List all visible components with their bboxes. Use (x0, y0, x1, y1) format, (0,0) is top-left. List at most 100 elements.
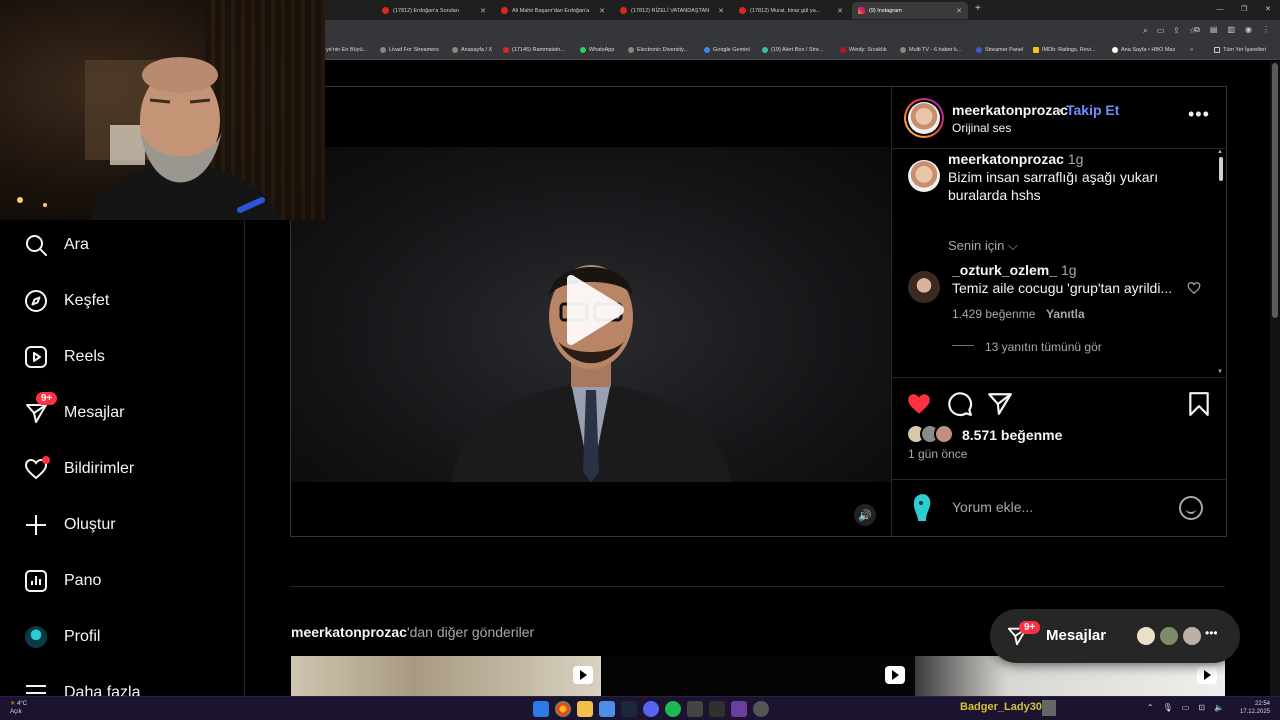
reel-icon (573, 666, 593, 684)
browser-tab[interactable]: (17812) Erdoğan'a Sorulan ✕ (376, 2, 492, 19)
messages-pill[interactable]: 9+ Mesajlar ••• (990, 609, 1240, 663)
start-icon[interactable] (533, 701, 549, 717)
maximize-icon[interactable]: ❐ (1232, 0, 1256, 20)
view-replies-button[interactable]: 13 yanıtın tümünü gör (985, 340, 1102, 354)
volume-icon[interactable]: 🔊 (854, 504, 876, 526)
hbo-icon (1112, 47, 1118, 53)
caption-username[interactable]: meerkatonprozac (948, 151, 1064, 167)
close-tab-icon[interactable]: ✕ (831, 7, 843, 15)
network-icon[interactable]: ⊡ (1198, 703, 1205, 712)
bookmark-item[interactable]: Livad For Streamers (380, 40, 439, 60)
close-tab-icon[interactable]: ✕ (474, 7, 486, 15)
emoji-icon[interactable] (1179, 496, 1203, 520)
new-tab-button[interactable]: + (975, 3, 981, 14)
more-options-icon[interactable]: ••• (1188, 104, 1210, 125)
comment-like-icon[interactable] (1187, 281, 1201, 295)
app-icon[interactable] (599, 701, 615, 717)
bookmark-item[interactable]: Anasayfa / X (452, 40, 492, 60)
obs-icon[interactable] (753, 701, 769, 717)
discord-icon[interactable] (643, 701, 659, 717)
follow-button[interactable]: Takip Et (1066, 102, 1119, 118)
downloads-icon[interactable]: ▤ (1210, 25, 1218, 35)
page-scrollbar[interactable] (1270, 61, 1280, 696)
scroll-down-icon[interactable]: ▼ (1217, 369, 1223, 375)
chevron-up-icon[interactable]: ⌃ (1147, 703, 1154, 712)
sidebar-item-notifications[interactable]: Bildirimler (24, 456, 134, 481)
close-tab-icon[interactable]: ✕ (712, 7, 724, 15)
minimize-icon[interactable]: — (1208, 0, 1232, 20)
browser-tab[interactable]: Ali Mahir Başarır'dan Erdoğan'a ✕ (495, 2, 611, 19)
browser-tab[interactable]: (17812) RİZELİ VATANDAŞTAN ✕ (614, 2, 730, 19)
clock[interactable]: 22:54 17.12.2025 (1240, 700, 1270, 716)
close-tab-icon[interactable]: ✕ (950, 7, 962, 15)
spotify-icon[interactable] (665, 701, 681, 717)
bookmark-item[interactable]: (17145) Rammstein... (503, 40, 565, 60)
comment-likes[interactable]: 1.429 beğenme (952, 307, 1035, 321)
scrollbar-thumb[interactable] (1272, 63, 1278, 318)
comments-scroll-thumb[interactable] (1219, 157, 1223, 181)
commenter-avatar[interactable] (908, 271, 940, 303)
comment-input[interactable]: Yorum ekle... (952, 499, 1033, 515)
monitor-icon[interactable]: ▭ (1182, 703, 1190, 712)
sidebar-item-search[interactable]: Ara (24, 233, 89, 257)
more-bookmarks-chevron[interactable]: » (1190, 40, 1193, 60)
save-bookmark-icon[interactable] (1186, 391, 1212, 417)
steam-icon[interactable] (621, 701, 637, 717)
bookmark-item[interactable]: (19) Alert Box / Stre... (762, 40, 824, 60)
mic-icon[interactable]: 🎙 (1163, 703, 1173, 712)
close-tab-icon[interactable]: ✕ (593, 7, 605, 15)
profile-icon[interactable]: ◉ (1245, 25, 1252, 35)
app-icon[interactable] (687, 701, 703, 717)
sidebar-item-create[interactable]: Oluştur (24, 513, 116, 537)
extensions-icon[interactable]: ⧉ (1194, 25, 1200, 35)
like-heart-icon[interactable] (906, 391, 932, 417)
reply-button[interactable]: Yanıtla (1046, 307, 1085, 321)
cast-icon[interactable]: ▭ (1157, 26, 1165, 36)
app-icon[interactable] (709, 701, 725, 717)
sidebar-item-messages[interactable]: 9+ Mesajlar (24, 392, 124, 425)
bookmark-item[interactable]: Google Gemini (704, 40, 750, 60)
author-avatar[interactable] (904, 98, 944, 138)
author-avatar-small[interactable] (908, 160, 940, 192)
sidebar-item-reels[interactable]: Reels (24, 345, 105, 369)
likes-count[interactable]: 8.571 beğenme (962, 427, 1062, 443)
browser-tab-active[interactable]: (9) Instagram ✕ (852, 2, 968, 19)
weather-widget[interactable]: ☀ 4°C Açık (10, 700, 27, 716)
sort-dropdown[interactable]: Senin için ⌵ (948, 238, 1018, 254)
comment-username[interactable]: _ozturk_ozlem_ (952, 262, 1057, 278)
comments-scrollbar[interactable]: ▲ ▼ (1217, 149, 1225, 375)
bookmark-item[interactable]: Ana Sayfa • HBO Max (1112, 40, 1175, 60)
streamer-camera-image (17, 57, 280, 220)
sidepanel-icon[interactable]: ▥ (1227, 25, 1235, 35)
bookmark-item[interactable]: Multi TV - 6 haber k... (900, 40, 961, 60)
file-explorer-icon[interactable] (577, 701, 593, 717)
bookmark-item[interactable]: Windy: Sıcaklık (840, 40, 887, 60)
comment-icon[interactable] (947, 391, 973, 417)
author-username[interactable]: meerkatonprozac (952, 102, 1068, 118)
sidebar-item-profile[interactable]: Profil (24, 625, 100, 649)
bookmark-item[interactable]: Streamer Panel (976, 40, 1023, 60)
volume-icon[interactable]: 🔈 (1214, 703, 1224, 712)
bookmark-item[interactable]: WhatsApp (580, 40, 614, 60)
post-thumbnail[interactable] (291, 656, 601, 696)
sidebar-item-explore[interactable]: Keşfet (24, 289, 109, 313)
bookmark-item[interactable]: Electronic Diversity... (628, 40, 688, 60)
comments-section[interactable]: meerkatonprozac 1g Bizim insan sarraflığ… (892, 149, 1227, 378)
bookmark-item[interactable]: ye'nin En Büyü... (326, 40, 367, 60)
app-icon[interactable] (731, 701, 747, 717)
play-icon[interactable] (561, 275, 625, 345)
close-window-icon[interactable]: ✕ (1256, 0, 1280, 20)
browser-tab[interactable]: (17812) Murat, biraz gül ya... ✕ (733, 2, 849, 19)
all-bookmarks[interactable]: Tüm Yer İşaretleri (1214, 40, 1266, 60)
bookmark-item[interactable]: IMDb: Ratings, Revi... (1033, 40, 1096, 60)
share-icon[interactable]: ⇪ (1173, 26, 1180, 36)
scroll-up-icon[interactable]: ▲ (1217, 149, 1223, 155)
kebab-menu-icon[interactable]: ⋮ (1262, 25, 1270, 35)
video-player[interactable]: 🔊 (291, 87, 891, 536)
sidebar-item-dashboard[interactable]: Pano (24, 569, 101, 593)
share-icon[interactable] (987, 391, 1013, 417)
chrome-icon[interactable] (555, 701, 571, 717)
post-thumbnail[interactable] (603, 656, 914, 696)
audio-label[interactable]: Orijinal ses (952, 121, 1011, 135)
zoom-icon[interactable]: ⌕ (1143, 26, 1147, 36)
